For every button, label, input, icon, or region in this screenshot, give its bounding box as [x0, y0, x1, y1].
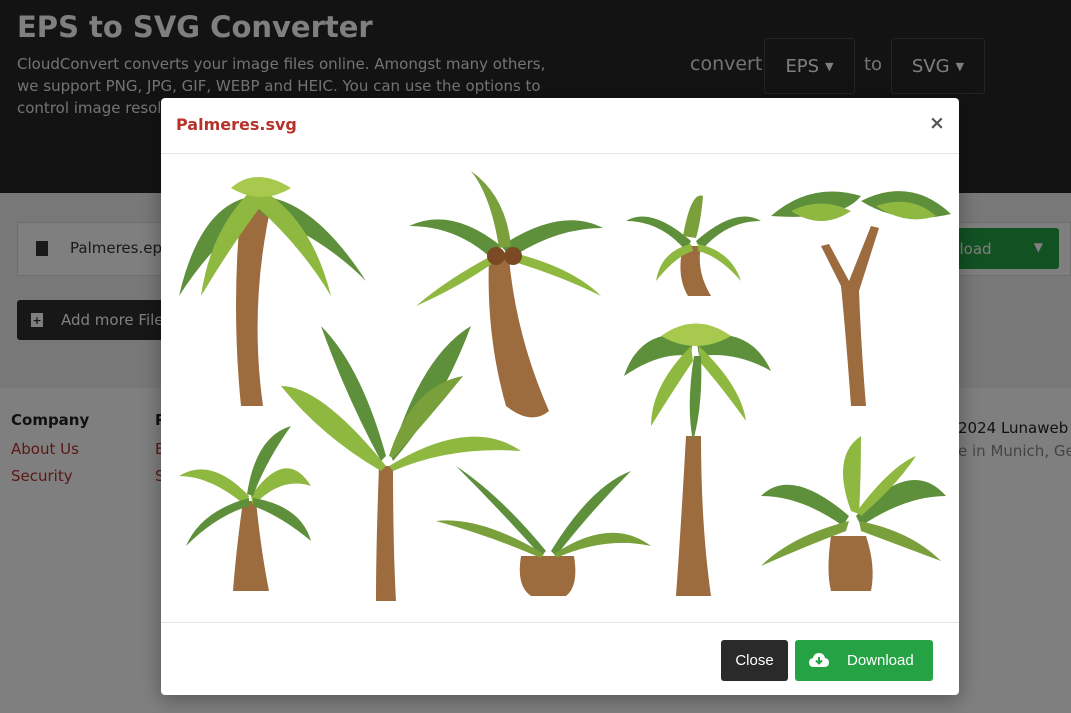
- potted-palm-illustration: [436, 466, 651, 596]
- preview-modal: Palmeres.svg × Close Download: [161, 98, 959, 695]
- palm-tree-illustration: [771, 191, 951, 406]
- palm-tree-illustration: [624, 323, 771, 596]
- modal-footer: Close Download: [161, 622, 959, 695]
- close-button[interactable]: Close: [721, 640, 788, 681]
- fan-palm-illustration: [761, 436, 946, 591]
- close-icon[interactable]: ×: [927, 112, 947, 134]
- download-button[interactable]: Download: [795, 640, 933, 681]
- download-button-label: Download: [847, 652, 914, 669]
- palm-tree-illustration: [179, 426, 311, 591]
- modal-header: Palmeres.svg ×: [161, 98, 959, 154]
- palm-tree-illustration: [626, 195, 761, 296]
- svg-preview-image: [179, 171, 951, 601]
- banana-tree-illustration: [281, 326, 521, 601]
- cloud-download-icon: [809, 652, 829, 667]
- palm-tree-illustration: [179, 177, 366, 406]
- modal-title: Palmeres.svg: [176, 115, 297, 134]
- modal-body: [161, 154, 959, 622]
